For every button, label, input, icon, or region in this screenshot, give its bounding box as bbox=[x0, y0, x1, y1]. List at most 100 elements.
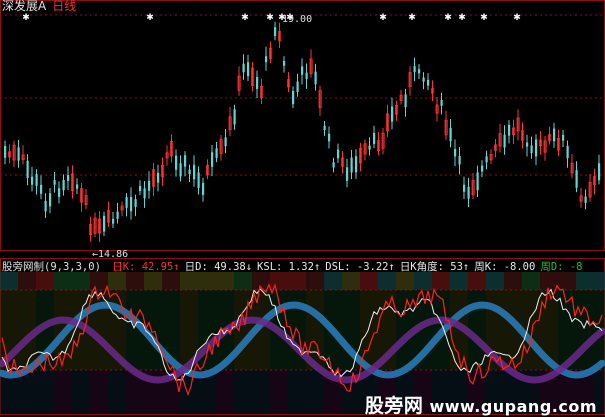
candle-body bbox=[463, 184, 466, 192]
signal-mark: ✱ bbox=[480, 13, 488, 23]
watermark: 股旁网 www.gupang.com bbox=[365, 397, 597, 416]
indicator-readout: 股旁网制(9,3,3,0) 日K: 42.95↑ 日D: 49.38↓ KSL: 1… bbox=[2, 261, 582, 274]
candle-body bbox=[139, 186, 142, 191]
indicator-background-bands bbox=[0, 272, 605, 414]
indicator-band-cell bbox=[594, 272, 605, 290]
candle-body bbox=[332, 162, 335, 168]
candle-body bbox=[35, 174, 38, 186]
candle-body bbox=[26, 160, 29, 179]
indicator-band-cell bbox=[36, 272, 54, 290]
candle-body bbox=[193, 164, 196, 180]
candle-body bbox=[157, 172, 160, 183]
indicator-band-cell bbox=[360, 272, 378, 290]
indicator-band-cell bbox=[108, 272, 126, 290]
candle-body bbox=[314, 71, 317, 85]
indicator-name: 股旁网制(9,3,3,0) bbox=[2, 261, 101, 273]
signal-mark: ✱ bbox=[241, 13, 249, 23]
indicator-fields: 日K: 42.95↑ 日D: 49.38↓ KSL: 1.32↑ DSL: -3.22… bbox=[107, 261, 582, 273]
indicator-band-cell bbox=[180, 272, 198, 290]
period-label: 日线 bbox=[52, 0, 77, 13]
indicator-band-cell bbox=[342, 272, 360, 290]
candle-body bbox=[67, 175, 70, 181]
indicator-field: 日K: 42.95↑ bbox=[112, 261, 180, 273]
indicator-field: 周K: -8.00 bbox=[474, 261, 536, 273]
indicator-band-cell bbox=[450, 272, 468, 290]
candle-body bbox=[292, 90, 295, 105]
candle-body bbox=[476, 172, 479, 191]
indicator-band-cell bbox=[288, 370, 306, 414]
candle-body bbox=[103, 215, 106, 232]
candle-body bbox=[247, 62, 250, 77]
indicator-field: 日D: 49.38↓ bbox=[184, 261, 253, 273]
candle-body bbox=[598, 163, 601, 181]
watermark-cn: 股旁网 bbox=[364, 395, 424, 417]
indicator-band-cell bbox=[468, 272, 486, 290]
candle-body bbox=[49, 193, 52, 207]
candle-body bbox=[427, 79, 430, 86]
candle-body bbox=[458, 156, 461, 165]
candle-body bbox=[467, 186, 470, 199]
signal-mark: ✱ bbox=[379, 13, 387, 23]
indicator-band-cell bbox=[234, 370, 252, 414]
candle-body bbox=[584, 196, 587, 203]
indicator-band-cell bbox=[54, 272, 72, 290]
candle-body bbox=[224, 137, 227, 147]
candle-body bbox=[508, 124, 511, 136]
candle-body bbox=[215, 148, 218, 158]
indicator-band-cell bbox=[18, 272, 36, 290]
stock-name: 深发展A bbox=[2, 0, 47, 13]
candle-body bbox=[305, 72, 308, 79]
candle-body bbox=[553, 128, 556, 142]
signal-mark: ✱ bbox=[22, 13, 30, 23]
indicator-band-cell bbox=[306, 272, 324, 290]
candle-body bbox=[562, 134, 565, 141]
candle-body bbox=[62, 179, 65, 191]
candle-body bbox=[202, 182, 205, 195]
candle-body bbox=[283, 61, 286, 66]
candle-body bbox=[503, 134, 506, 148]
indicator-band-cell bbox=[378, 272, 396, 290]
indicator-band-cell bbox=[576, 290, 594, 370]
indicator-band-cell bbox=[522, 272, 540, 290]
indicator-band-cell bbox=[90, 272, 108, 290]
indicator-band-cell bbox=[0, 272, 18, 290]
candle-body bbox=[130, 196, 133, 212]
watermark-site: www.gupang.com bbox=[429, 397, 597, 416]
indicator-band-cell bbox=[234, 272, 252, 290]
candle-body bbox=[179, 163, 182, 177]
candle-body bbox=[526, 142, 529, 147]
candle-body bbox=[454, 149, 457, 157]
candle-body bbox=[346, 167, 349, 181]
candle-body bbox=[116, 211, 119, 219]
indicator-band-cell bbox=[234, 290, 252, 370]
candle-body bbox=[242, 63, 245, 73]
candle-body bbox=[301, 66, 304, 75]
candle-body bbox=[530, 145, 533, 154]
candle-body bbox=[535, 139, 538, 157]
candle-body bbox=[481, 165, 484, 172]
indicator-band-cell bbox=[486, 272, 504, 290]
signal-mark: ✱ bbox=[513, 13, 521, 23]
indicator-band-cell bbox=[72, 370, 90, 414]
candle-body bbox=[76, 184, 79, 189]
candle-body bbox=[125, 197, 128, 208]
candle-body bbox=[323, 125, 326, 130]
candle-body bbox=[449, 127, 452, 142]
candle-body bbox=[368, 145, 371, 150]
candle-body bbox=[233, 109, 236, 125]
indicator-band-cell bbox=[306, 370, 324, 414]
candle-body bbox=[413, 66, 416, 73]
candle-body bbox=[575, 170, 578, 188]
indicator-field: KSL: 1.32↑ bbox=[257, 261, 321, 273]
indicator-panel[interactable] bbox=[0, 258, 605, 415]
candle-body bbox=[418, 69, 421, 74]
indicator-band-cell bbox=[576, 272, 594, 290]
signal-mark: ✱ bbox=[458, 13, 466, 23]
chart-title: 深发展A 日线 bbox=[2, 0, 76, 13]
indicator-band-cell bbox=[540, 272, 558, 290]
indicator-band-cell bbox=[108, 370, 126, 414]
candle-body bbox=[422, 77, 425, 82]
candle-body bbox=[17, 147, 20, 161]
candle-body bbox=[148, 180, 151, 191]
indicator-band-cell bbox=[558, 272, 576, 290]
